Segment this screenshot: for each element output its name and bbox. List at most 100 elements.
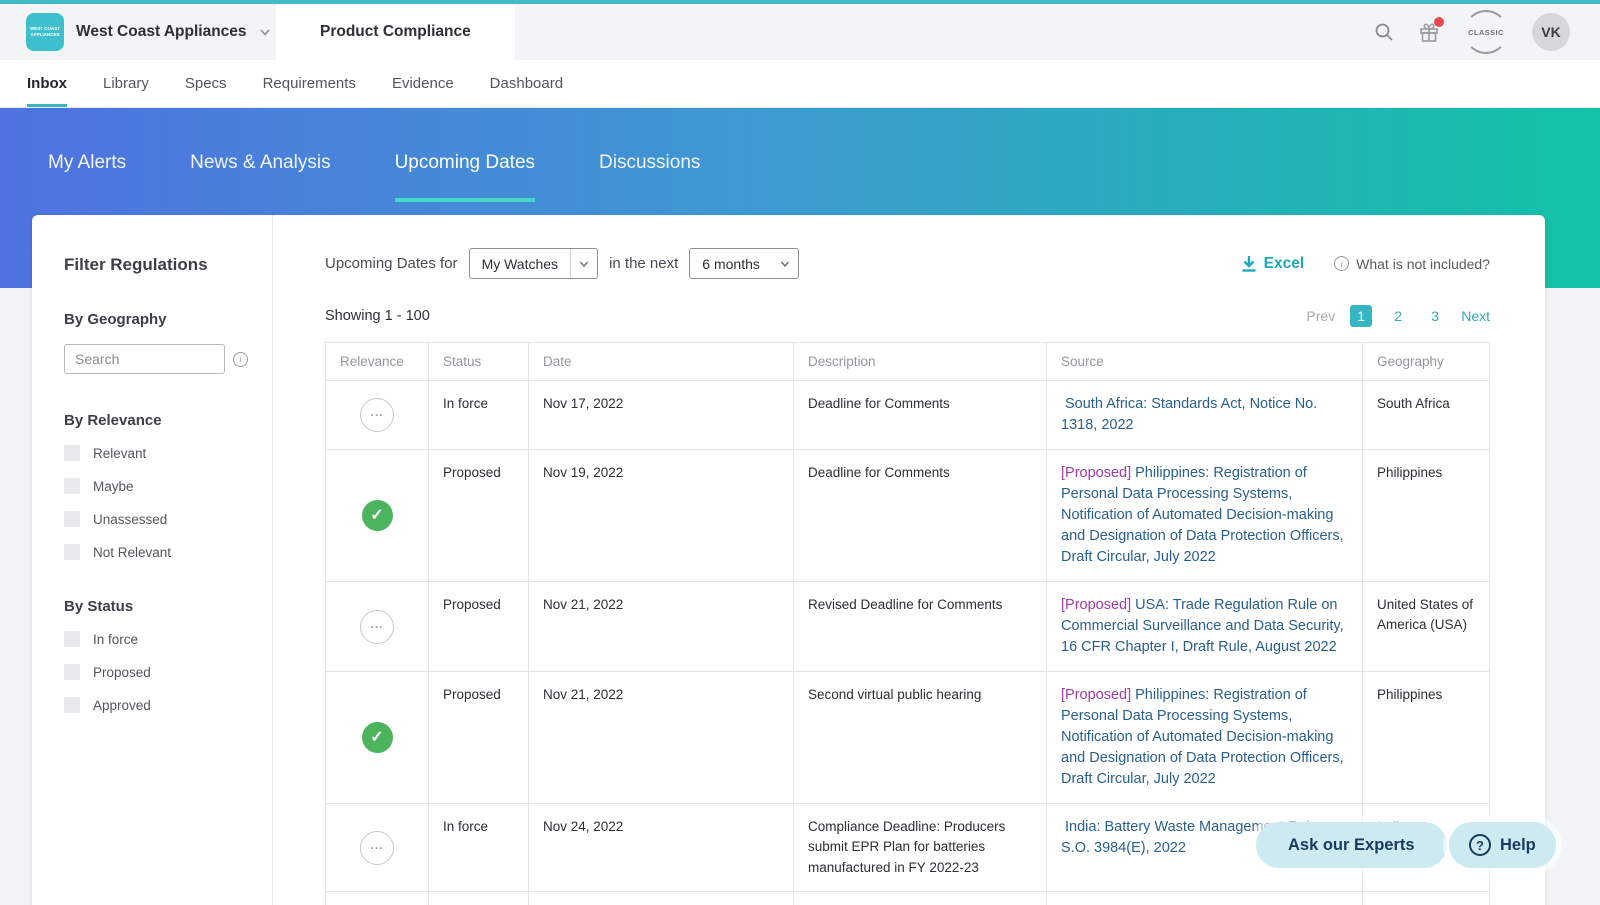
tab-product-compliance[interactable]: Product Compliance bbox=[276, 4, 515, 60]
tab-news-analysis[interactable]: News & Analysis bbox=[190, 152, 330, 202]
geography-search-input[interactable] bbox=[64, 344, 225, 374]
col-header-status: Status bbox=[429, 343, 529, 381]
pagination-page-1[interactable]: 1 bbox=[1350, 305, 1372, 327]
filter-group-status: By Status In force Proposed Approved bbox=[64, 598, 248, 713]
filter-geography-title: By Geography bbox=[64, 311, 248, 328]
topbar-actions: CLASSIC VK bbox=[1374, 10, 1600, 54]
checkbox-label: Not Relevant bbox=[93, 545, 171, 560]
checkbox-label: Approved bbox=[93, 698, 151, 713]
notification-dot bbox=[1434, 17, 1444, 27]
info-glyph: i bbox=[239, 354, 242, 364]
pagination-page-2[interactable]: 2 bbox=[1387, 305, 1409, 327]
filter-option-proposed: Proposed bbox=[64, 664, 248, 680]
status-cell: In force bbox=[429, 804, 529, 892]
help-label: Help bbox=[1500, 836, 1536, 855]
upcoming-dates-panel: Upcoming Dates for My Watches in the nex… bbox=[273, 215, 1545, 905]
company-logo-text: WEST COAST APPLIANCES bbox=[28, 26, 62, 39]
hero-tab-label: My Alerts bbox=[48, 152, 126, 173]
filter-option-unassessed: Unassessed bbox=[64, 511, 248, 527]
geography-info-icon[interactable]: i bbox=[233, 352, 248, 367]
range-select[interactable]: 6 months bbox=[689, 248, 799, 279]
relevance-unassessed-icon[interactable]: ... bbox=[360, 831, 394, 865]
col-header-description: Description bbox=[794, 343, 1047, 381]
hero-tab-label: News & Analysis bbox=[190, 152, 330, 173]
description-cell: Compliance Deadline: Producers submit EP… bbox=[794, 804, 1047, 892]
excel-label: Excel bbox=[1264, 255, 1305, 273]
filter-option-approved: Approved bbox=[64, 697, 248, 713]
company-switcher[interactable]: WEST COAST APPLIANCES West Coast Applian… bbox=[0, 13, 271, 51]
filter-option-maybe: Maybe bbox=[64, 478, 248, 494]
user-avatar[interactable]: VK bbox=[1532, 13, 1570, 51]
tab-my-alerts[interactable]: My Alerts bbox=[48, 152, 126, 202]
source-cell: [Proposed]USA: Trade Regulation Rule on … bbox=[1047, 582, 1363, 672]
date-cell: Nov 21, 2022 bbox=[529, 582, 794, 672]
what-is-not-included-link[interactable]: i What is not included? bbox=[1334, 256, 1490, 272]
description-cell: Deadline for Comments bbox=[794, 381, 1047, 450]
pagination-prev[interactable]: Prev bbox=[1306, 308, 1335, 324]
tab-discussions[interactable]: Discussions bbox=[599, 152, 700, 202]
search-button[interactable] bbox=[1374, 22, 1394, 42]
tab-upcoming-dates[interactable]: Upcoming Dates bbox=[395, 152, 535, 202]
checkbox-label: Unassessed bbox=[93, 512, 167, 527]
date-cell: Nov 17, 2022 bbox=[529, 381, 794, 450]
results-meta-row: Showing 1 - 100 Prev 1 2 3 Next bbox=[325, 305, 1490, 327]
table-row: ...✓ Proposed Nov 21, 2022 Revised Deadl… bbox=[326, 582, 1490, 672]
source-status-prefix: [Proposed] bbox=[1061, 597, 1131, 613]
status-cell: Proposed bbox=[429, 450, 529, 582]
watches-select-value: My Watches bbox=[470, 249, 571, 278]
col-header-relevance: Relevance bbox=[326, 343, 429, 381]
date-cell: Nov 19, 2022 bbox=[529, 450, 794, 582]
date-cell: Nov 24, 2022 bbox=[529, 804, 794, 892]
checkbox-label: Relevant bbox=[93, 446, 146, 461]
classic-mode-badge[interactable]: CLASSIC bbox=[1464, 10, 1508, 54]
excel-export-button[interactable]: Excel bbox=[1241, 255, 1305, 273]
nav-item-specs[interactable]: Specs bbox=[185, 60, 227, 107]
select-arrow bbox=[570, 249, 597, 278]
ask-our-experts-button[interactable]: Ask our Experts bbox=[1256, 822, 1447, 868]
controls-row: Upcoming Dates for My Watches in the nex… bbox=[325, 248, 1490, 279]
question-mark-icon: ? bbox=[1469, 834, 1491, 856]
module-nav: Inbox Library Specs Requirements Evidenc… bbox=[0, 60, 1600, 108]
nav-item-requirements[interactable]: Requirements bbox=[263, 60, 356, 107]
ask-experts-label: Ask our Experts bbox=[1288, 836, 1415, 855]
top-bar: WEST COAST APPLIANCES West Coast Applian… bbox=[0, 4, 1600, 60]
whats-new-button[interactable] bbox=[1418, 21, 1440, 43]
checkbox-maybe[interactable] bbox=[64, 478, 80, 494]
in-the-next-label: in the next bbox=[609, 255, 678, 272]
relevant-check-icon[interactable]: ✓ bbox=[362, 722, 393, 753]
checkbox-proposed[interactable] bbox=[64, 664, 80, 680]
relevant-check-icon[interactable]: ✓ bbox=[362, 500, 393, 531]
relevance-unassessed-icon[interactable]: ... bbox=[360, 610, 394, 644]
checkbox-unassessed[interactable] bbox=[64, 511, 80, 527]
nav-item-dashboard[interactable]: Dashboard bbox=[490, 60, 563, 107]
classic-label: CLASSIC bbox=[1468, 28, 1504, 37]
checkbox-approved[interactable] bbox=[64, 697, 80, 713]
pagination-next[interactable]: Next bbox=[1461, 308, 1490, 324]
description-cell: Date of Entry into Force bbox=[794, 891, 1047, 905]
watches-select[interactable]: My Watches bbox=[469, 248, 599, 279]
geography-cell: South Africa bbox=[1363, 381, 1490, 450]
hero-tab-label: Discussions bbox=[599, 152, 700, 173]
table-row: ...✓ Approved Nov 26, 2022 Date of Entry… bbox=[326, 891, 1490, 905]
source-cell: South Africa: Standards Act, Notice No. … bbox=[1047, 381, 1363, 450]
geography-cell: Philippines bbox=[1363, 450, 1490, 582]
source-link[interactable]: South Africa: Standards Act, Notice No. … bbox=[1061, 396, 1317, 433]
checkbox-label: Proposed bbox=[93, 665, 151, 680]
inbox-section-tabs: My Alerts News & Analysis Upcoming Dates… bbox=[0, 108, 1600, 202]
info-icon: i bbox=[1334, 256, 1349, 271]
relevance-unassessed-icon[interactable]: ... bbox=[360, 398, 394, 432]
nav-item-library[interactable]: Library bbox=[103, 60, 149, 107]
chevron-down-icon bbox=[259, 26, 271, 38]
content-card: Filter Regulations By Geography i By Rel… bbox=[32, 215, 1545, 905]
date-cell: Nov 26, 2022 bbox=[529, 891, 794, 905]
checkbox-in-force[interactable] bbox=[64, 631, 80, 647]
question-glyph: ? bbox=[1476, 838, 1484, 853]
nav-item-inbox[interactable]: Inbox bbox=[27, 60, 67, 107]
pagination-page-3[interactable]: 3 bbox=[1424, 305, 1446, 327]
help-button[interactable]: ? Help bbox=[1449, 822, 1556, 868]
filter-relevance-title: By Relevance bbox=[64, 412, 248, 429]
nav-item-evidence[interactable]: Evidence bbox=[392, 60, 454, 107]
showing-count: Showing 1 - 100 bbox=[325, 308, 430, 324]
checkbox-relevant[interactable] bbox=[64, 445, 80, 461]
checkbox-not-relevant[interactable] bbox=[64, 544, 80, 560]
